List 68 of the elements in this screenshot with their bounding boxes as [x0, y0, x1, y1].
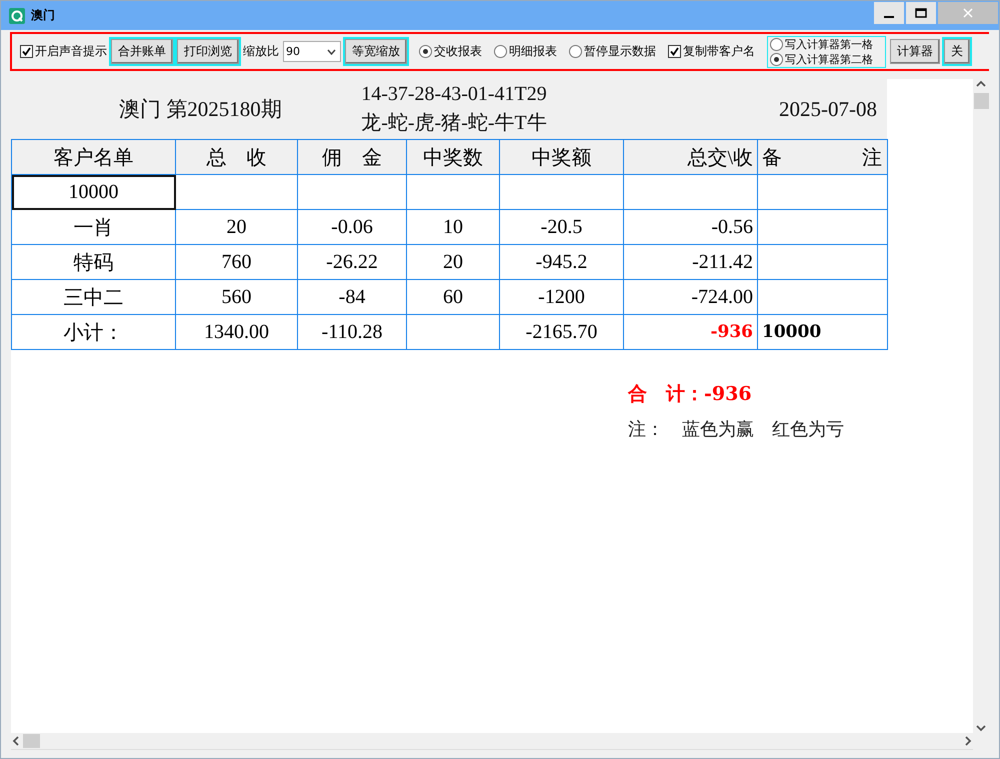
draw-result: 14-37-28-43-01-41T29: [361, 82, 547, 107]
table-cell: 20: [406, 244, 500, 280]
column-header: 总 收: [176, 140, 298, 174]
table-cell: 10000: [758, 314, 888, 350]
scroll-right-icon[interactable]: [963, 736, 973, 746]
checkbox[interactable]: 开启声音提示: [20, 43, 107, 60]
button[interactable]: 等宽缩放: [345, 39, 407, 64]
radio-button[interactable]: 写入计算器第一格: [770, 36, 873, 52]
table-cell: -211.42: [624, 244, 758, 280]
column-header: 备 注: [758, 140, 888, 174]
table-cell: 小计：: [12, 314, 176, 350]
column-header: 佣 金: [298, 140, 406, 174]
checkmark-icon: [22, 47, 31, 56]
column-header: 中奖数: [406, 140, 500, 174]
report-date: 2025-07-08: [779, 96, 877, 122]
scroll-thumb[interactable]: [974, 93, 988, 109]
column-header: 总交\收: [624, 140, 758, 174]
draw-result: 龙-蛇-虎-猪-蛇-牛T牛: [361, 111, 547, 136]
button[interactable]: 关: [944, 39, 970, 64]
table-cell: -0.56: [624, 210, 758, 244]
table-cell: -945.2: [500, 244, 624, 280]
table-cell: 特码: [12, 244, 176, 280]
table-cell: -20.5: [500, 210, 624, 244]
scroll-up-icon[interactable]: [976, 79, 986, 89]
table-cell: 560: [176, 280, 298, 314]
scroll-left-icon[interactable]: [11, 736, 21, 746]
button[interactable]: 打印浏览: [177, 39, 239, 64]
table-cell: 60: [406, 280, 500, 314]
table-cell: 20: [176, 210, 298, 244]
table-cell: -724.00: [624, 280, 758, 314]
table-cell: 1340.00: [176, 314, 298, 350]
zoom-dropdown[interactable]: 90: [283, 41, 341, 62]
window-title: 澳门: [31, 7, 56, 24]
column-header: 中奖额: [500, 140, 624, 174]
radio-button[interactable]: 交收报表: [419, 43, 482, 60]
app-icon: [9, 8, 25, 24]
table-cell: 一肖: [12, 210, 176, 244]
minimize-icon: [884, 16, 894, 18]
radio-button[interactable]: 写入计算器第二格: [770, 52, 873, 66]
table-cell: 760: [176, 244, 298, 280]
table-cell: 10000: [12, 174, 176, 210]
table-cell: 三中二: [12, 280, 176, 314]
column-header: 客户名单: [12, 140, 176, 174]
report-title: 澳门 第2025180期: [119, 96, 283, 123]
horizontal-scrollbar[interactable]: [11, 733, 973, 750]
maximize-button[interactable]: [906, 2, 936, 24]
table-cell: -110.28: [298, 314, 406, 350]
label: 缩放比: [243, 43, 279, 60]
button[interactable]: 计算器: [890, 39, 940, 64]
table-cell: -0.06: [298, 210, 406, 244]
button[interactable]: 合并账单: [111, 39, 173, 64]
checkmark-icon: [670, 47, 679, 56]
scroll-down-icon[interactable]: [976, 723, 986, 733]
maximize-icon: [915, 8, 927, 18]
table-cell: -936: [624, 314, 758, 350]
grand-total: 合 计：-936: [628, 382, 753, 407]
table-cell: -1200: [500, 280, 624, 314]
radio-button[interactable]: 暂停显示数据: [569, 43, 656, 60]
scroll-thumb[interactable]: [23, 734, 40, 748]
table-cell: 10: [406, 210, 500, 244]
table-cell: -26.22: [298, 244, 406, 280]
close-icon: [963, 8, 973, 18]
legend-note: 注： 蓝色为赢 红色为亏: [628, 418, 845, 441]
radio-button[interactable]: 明细报表: [494, 43, 557, 60]
checkbox[interactable]: 复制带客户名: [668, 43, 755, 60]
table-cell: -84: [298, 280, 406, 314]
minimize-button[interactable]: [874, 2, 904, 24]
table-cell: -2165.70: [500, 314, 624, 350]
